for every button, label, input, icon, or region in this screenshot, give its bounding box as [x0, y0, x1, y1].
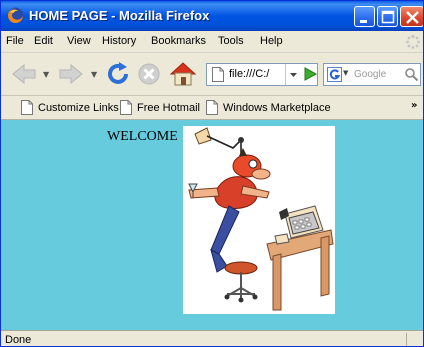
page-icon	[21, 100, 33, 115]
stop-icon[interactable]	[137, 62, 161, 86]
menu-history[interactable]: History	[102, 35, 136, 47]
menu-edit[interactable]: Edit	[34, 35, 53, 47]
bookmarks-overflow-chevron[interactable]: »	[411, 100, 417, 111]
back-history-dropdown[interactable]: ▼	[43, 70, 49, 79]
bookmarks-toolbar: Customize Links Free Hotmail Windows Mar…	[1, 96, 423, 120]
window-title: HOME PAGE - Mozilla Firefox	[29, 8, 210, 23]
browser-window: HOME PAGE - Mozilla Firefox File Edit Vi…	[0, 0, 424, 347]
status-bar: Done	[1, 330, 423, 346]
cartoon-image	[188, 127, 334, 311]
cartoon-illustration	[183, 126, 335, 314]
maximize-button[interactable]	[377, 6, 398, 27]
status-text: Done	[5, 334, 32, 346]
chevron-down-icon	[290, 73, 297, 77]
welcome-heading: WELCOME	[107, 129, 178, 144]
page-icon	[120, 100, 132, 115]
close-icon	[406, 11, 419, 24]
menu-file[interactable]: File	[6, 35, 24, 47]
back-arrow-icon[interactable]	[11, 62, 37, 86]
minimize-button[interactable]	[354, 6, 375, 27]
menu-view[interactable]: View	[67, 35, 91, 47]
url-history-dropdown[interactable]	[285, 64, 300, 85]
status-divider	[406, 333, 407, 346]
minimize-icon	[360, 20, 367, 23]
forward-arrow-icon[interactable]	[58, 62, 84, 86]
firefox-icon	[7, 7, 24, 24]
maximize-icon	[381, 10, 395, 24]
page-icon	[206, 100, 218, 115]
reload-icon[interactable]	[105, 61, 131, 87]
search-engine-dropdown[interactable]: ▼	[343, 69, 348, 77]
url-text[interactable]: file:///C:/	[229, 68, 269, 80]
menu-tools[interactable]: Tools	[218, 35, 244, 47]
bookmark-label: Customize Links	[38, 102, 119, 114]
page-icon	[212, 67, 224, 82]
menu-help[interactable]: Help	[260, 35, 283, 47]
close-button[interactable]	[400, 6, 423, 27]
throbber-icon	[406, 34, 420, 49]
home-icon[interactable]	[169, 60, 197, 87]
page-content: WELCOME	[1, 120, 423, 330]
menu-bookmarks[interactable]: Bookmarks	[151, 35, 206, 47]
forward-history-dropdown[interactable]: ▼	[91, 70, 97, 79]
bookmark-label: Windows Marketplace	[223, 102, 331, 114]
magnifier-icon[interactable]	[404, 67, 419, 82]
title-bar[interactable]: HOME PAGE - Mozilla Firefox	[1, 1, 423, 31]
bookmark-label: Free Hotmail	[137, 102, 200, 114]
search-bar[interactable]: ▼ Google	[323, 63, 421, 86]
menu-bar: File Edit View History Bookmarks Tools H…	[1, 31, 423, 53]
google-icon[interactable]	[327, 67, 342, 82]
go-arrow-icon[interactable]	[302, 66, 318, 82]
navigation-toolbar: ▼ ▼ file:///C:/ ▼ Google	[1, 53, 423, 96]
search-input[interactable]: Google	[354, 69, 386, 80]
